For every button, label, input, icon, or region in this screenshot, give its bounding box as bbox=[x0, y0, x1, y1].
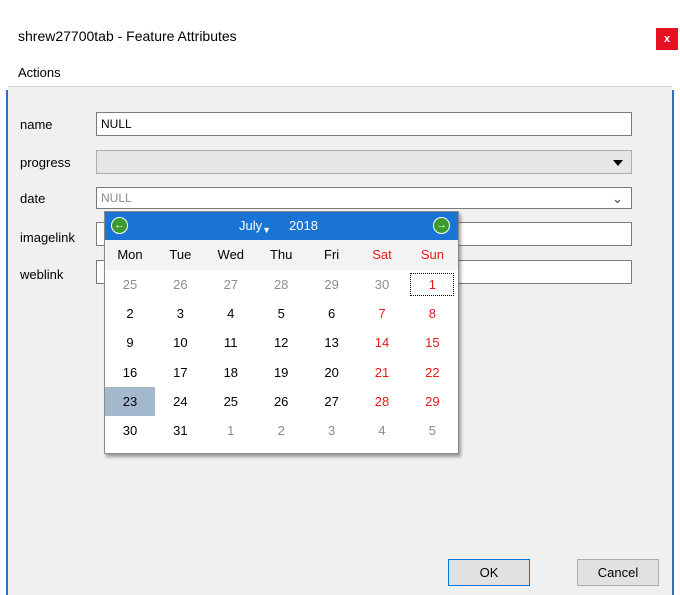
calendar-day[interactable]: 4 bbox=[357, 416, 407, 445]
calendar-day[interactable]: 20 bbox=[307, 358, 357, 387]
window-border-right bbox=[672, 90, 674, 595]
calendar-day[interactable]: 25 bbox=[105, 270, 155, 299]
dropdown-arrow-icon bbox=[613, 160, 623, 166]
calendar-day[interactable]: 10 bbox=[155, 328, 205, 357]
menu-bar: Actions bbox=[8, 62, 672, 84]
calendar-day[interactable]: 29 bbox=[307, 270, 357, 299]
day-of-week-sun: Sun bbox=[420, 247, 444, 262]
calendar-day[interactable]: 26 bbox=[155, 270, 205, 299]
calendar-day[interactable]: 22 bbox=[407, 358, 457, 387]
menu-actions[interactable]: Actions bbox=[18, 65, 61, 80]
name-value: NULL bbox=[101, 117, 132, 131]
day-of-week-tue: Tue bbox=[169, 247, 192, 262]
calendar-day[interactable]: 21 bbox=[357, 358, 407, 387]
calendar-day[interactable]: 7 bbox=[357, 299, 407, 328]
calendar-day[interactable]: 25 bbox=[206, 387, 256, 416]
calendar-year[interactable]: 2018 bbox=[289, 218, 318, 233]
name-field[interactable]: NULL bbox=[96, 112, 632, 136]
day-of-week-fri: Fri bbox=[324, 247, 340, 262]
calendar-day[interactable]: 24 bbox=[155, 387, 205, 416]
calendar-day[interactable]: 12 bbox=[256, 328, 306, 357]
ok-button[interactable]: OK bbox=[448, 559, 530, 586]
calendar-day[interactable]: 9 bbox=[105, 328, 155, 357]
date-label: date bbox=[20, 191, 46, 206]
calendar-day[interactable]: 1 bbox=[407, 270, 457, 299]
calendar-day[interactable]: 23 bbox=[105, 386, 155, 416]
calendar-day[interactable]: 1 bbox=[206, 416, 256, 445]
calendar-day[interactable]: 30 bbox=[357, 270, 407, 299]
calendar-day[interactable]: 4 bbox=[206, 299, 256, 328]
calendar-day[interactable]: 14 bbox=[357, 328, 407, 357]
progress-dropdown[interactable] bbox=[96, 150, 632, 174]
chevron-down-icon[interactable]: ⌄ bbox=[612, 191, 623, 207]
day-of-week-mon: Mon bbox=[117, 247, 143, 262]
calendar-day[interactable]: 3 bbox=[155, 299, 205, 328]
calendar-day[interactable]: 27 bbox=[206, 270, 256, 299]
calendar-day[interactable]: 31 bbox=[155, 416, 205, 445]
calendar-day[interactable]: 11 bbox=[206, 328, 256, 357]
calendar-day[interactable]: 16 bbox=[105, 358, 155, 387]
window-title: shrew27700tab - Feature Attributes bbox=[18, 28, 237, 44]
day-of-week-thu: Thu bbox=[269, 247, 293, 262]
calendar-popup: ← July▼ 2018 → Mon Tue Wed Thu Fri Sat Sun 25 2… bbox=[104, 211, 459, 454]
calendar-month[interactable]: July▼ bbox=[239, 218, 272, 235]
calendar-day[interactable]: 6 bbox=[307, 299, 357, 328]
calendar-day[interactable]: 29 bbox=[407, 387, 457, 416]
day-of-week-sat: Sat bbox=[372, 247, 392, 262]
calendar-day[interactable]: 15 bbox=[407, 328, 457, 357]
day-of-week-wed: Wed bbox=[217, 247, 245, 262]
prev-month-icon[interactable]: ← bbox=[111, 217, 128, 234]
date-value: NULL bbox=[101, 191, 132, 205]
calendar-day[interactable]: 18 bbox=[206, 358, 256, 387]
calendar-day[interactable]: 28 bbox=[256, 270, 306, 299]
date-field[interactable]: NULL ⌄ bbox=[96, 187, 632, 209]
calendar-day[interactable]: 26 bbox=[256, 387, 306, 416]
name-label: name bbox=[20, 117, 53, 132]
next-month-icon[interactable]: → bbox=[433, 217, 450, 234]
calendar-month-label: July bbox=[239, 218, 263, 233]
calendar-day[interactable]: 2 bbox=[256, 416, 306, 445]
calendar-day[interactable]: 2 bbox=[105, 299, 155, 328]
close-button[interactable]: x bbox=[656, 28, 678, 50]
calendar-day[interactable]: 8 bbox=[407, 299, 457, 328]
calendar-day[interactable]: 28 bbox=[357, 387, 407, 416]
weblink-label: weblink bbox=[20, 267, 64, 282]
title-bar: shrew27700tab - Feature Attributes x bbox=[8, 0, 678, 56]
calendar-day[interactable]: 5 bbox=[256, 299, 306, 328]
month-caret-icon: ▼ bbox=[262, 225, 272, 235]
imagelink-label: imagelink bbox=[20, 230, 75, 245]
calendar-day[interactable]: 19 bbox=[256, 358, 306, 387]
calendar-day[interactable]: 3 bbox=[307, 416, 357, 445]
cancel-button[interactable]: Cancel bbox=[577, 559, 659, 586]
day-of-week-row: Mon Tue Wed Thu Fri Sat Sun bbox=[105, 240, 458, 270]
progress-label: progress bbox=[20, 155, 71, 170]
feature-attributes-dialog: shrew27700tab - Feature Attributes x Act… bbox=[0, 0, 680, 595]
calendar-day[interactable]: 5 bbox=[407, 416, 457, 445]
calendar-day[interactable]: 27 bbox=[307, 387, 357, 416]
calendar-day[interactable]: 17 bbox=[155, 358, 205, 387]
calendar-header: ← July▼ 2018 → bbox=[105, 212, 458, 240]
calendar-day[interactable]: 13 bbox=[307, 328, 357, 357]
calendar-day[interactable]: 30 bbox=[105, 416, 155, 445]
